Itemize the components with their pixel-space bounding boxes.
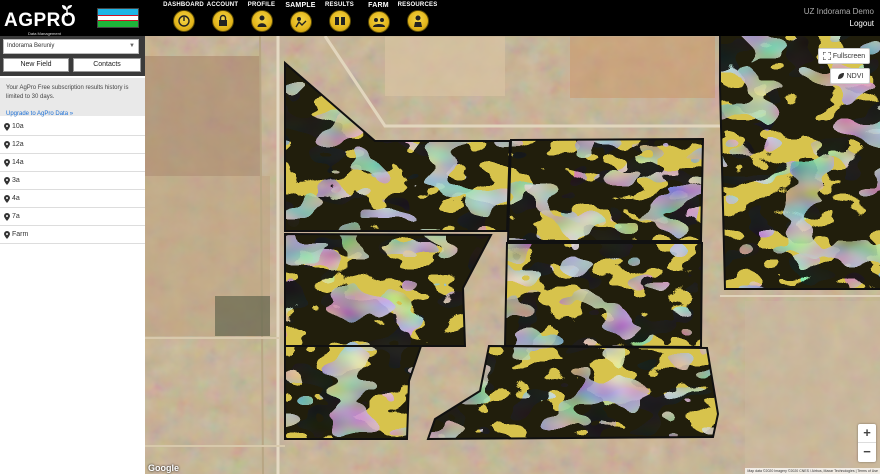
field-list-item[interactable]: 4a: [0, 190, 145, 208]
agpro-logo[interactable]: AGPRO Data Management: [4, 4, 92, 36]
nav-account[interactable]: ACCOUNT: [204, 0, 241, 36]
map-pin-icon: [4, 158, 10, 167]
logout-link[interactable]: Logout: [804, 19, 874, 28]
zoom-out-button[interactable]: −: [858, 443, 876, 462]
person-icon: [250, 10, 273, 32]
field-name: 4a: [12, 195, 20, 202]
nav-profile[interactable]: PROFILE: [243, 0, 280, 36]
nav-label: RESOURCES: [397, 2, 438, 8]
field-list-item[interactable]: 10a: [0, 118, 145, 136]
lock-icon: [211, 10, 234, 32]
map-pin-icon: [4, 194, 10, 203]
field-list-item[interactable]: 7a: [0, 208, 145, 226]
fullscreen-label: Fullscreen: [832, 52, 866, 60]
contacts-button[interactable]: Contacts: [73, 58, 141, 72]
field-name: Farm: [12, 231, 29, 238]
field-name: 14a: [12, 159, 24, 166]
zoom-in-button[interactable]: +: [858, 424, 876, 443]
dashboard-icon: [172, 10, 195, 32]
google-logo: Google: [148, 463, 179, 473]
map-attribution[interactable]: Map data ©2020 Imagery ©2020 CNES / Airb…: [745, 468, 880, 474]
new-field-button[interactable]: New Field: [3, 58, 69, 72]
leaf-icon: [837, 73, 844, 79]
field-name: 10a: [12, 123, 24, 130]
field-list-item[interactable]: 14a: [0, 154, 145, 172]
map-pin-icon: [4, 176, 10, 185]
main-nav: DASHBOARD ACCOUNT PROFILE SAMPLE RESULTS…: [163, 0, 438, 36]
ndvi-layer-label: NDVI: [846, 72, 864, 80]
field-name: 12a: [12, 141, 24, 148]
subscription-notice: Your AgPro Free subscription results his…: [0, 78, 145, 117]
field-list-item[interactable]: Farm: [0, 226, 145, 244]
nav-sample[interactable]: SAMPLE: [282, 0, 319, 36]
field-list-item[interactable]: 3a: [0, 172, 145, 190]
organization-select-value: Indorama Beruniy: [7, 43, 55, 49]
nav-label: DASHBOARD: [163, 2, 204, 8]
nav-label: PROFILE: [247, 2, 276, 8]
sprout-icon: [62, 5, 72, 16]
nav-resources[interactable]: RESOURCES: [397, 0, 438, 36]
upgrade-link[interactable]: Upgrade to AgPro Data »: [6, 111, 73, 117]
ndvi-layer-button[interactable]: NDVI: [830, 68, 870, 84]
map-pin-icon: [4, 140, 10, 149]
zoom-control: + −: [858, 424, 876, 462]
field-list-item[interactable]: 12a: [0, 136, 145, 154]
user-name: UZ Indorama Demo: [803, 7, 874, 16]
uzbekistan-flag-icon: [97, 8, 139, 28]
app-root: AGPRO Data Management DASHBOARD ACCOUNT: [0, 0, 880, 474]
sidebar-toolbar: Indorama Beruniy ▼ New Field Contacts: [0, 36, 145, 76]
field-list: 10a 12a 14a 3a 4a 7a Farm: [0, 118, 145, 244]
resources-icon: [406, 10, 429, 32]
field-name: 3a: [12, 177, 20, 184]
nav-farm[interactable]: FARM: [360, 0, 397, 36]
nav-label: RESULTS: [325, 2, 354, 8]
user-box: UZ Indorama Demo Logout: [804, 7, 874, 28]
map-pin-icon: [4, 122, 10, 131]
nav-label: FARM: [368, 2, 389, 9]
top-bar: AGPRO Data Management DASHBOARD ACCOUNT: [0, 0, 880, 36]
sidebar: Indorama Beruniy ▼ New Field Contacts Yo…: [0, 36, 145, 474]
results-icon: [328, 10, 351, 32]
chevron-down-icon: ▼: [129, 43, 135, 49]
fullscreen-button[interactable]: Fullscreen: [818, 48, 870, 64]
satellite-ndvi-map[interactable]: [145, 36, 880, 474]
sample-icon: [289, 11, 312, 33]
map-view[interactable]: Fullscreen NDVI + − Google Map data ©202…: [145, 36, 880, 474]
map-pin-icon: [4, 212, 10, 221]
map-pin-icon: [4, 230, 10, 239]
field-name: 7a: [12, 213, 20, 220]
nav-results[interactable]: RESULTS: [321, 0, 358, 36]
nav-label: ACCOUNT: [206, 2, 239, 8]
nav-dashboard[interactable]: DASHBOARD: [163, 0, 204, 36]
nav-label: SAMPLE: [285, 2, 316, 9]
farm-icon: [367, 11, 390, 33]
subscription-notice-text: Your AgPro Free subscription results his…: [6, 85, 129, 100]
organization-select[interactable]: Indorama Beruniy ▼: [3, 39, 139, 54]
fullscreen-icon: [822, 52, 831, 60]
